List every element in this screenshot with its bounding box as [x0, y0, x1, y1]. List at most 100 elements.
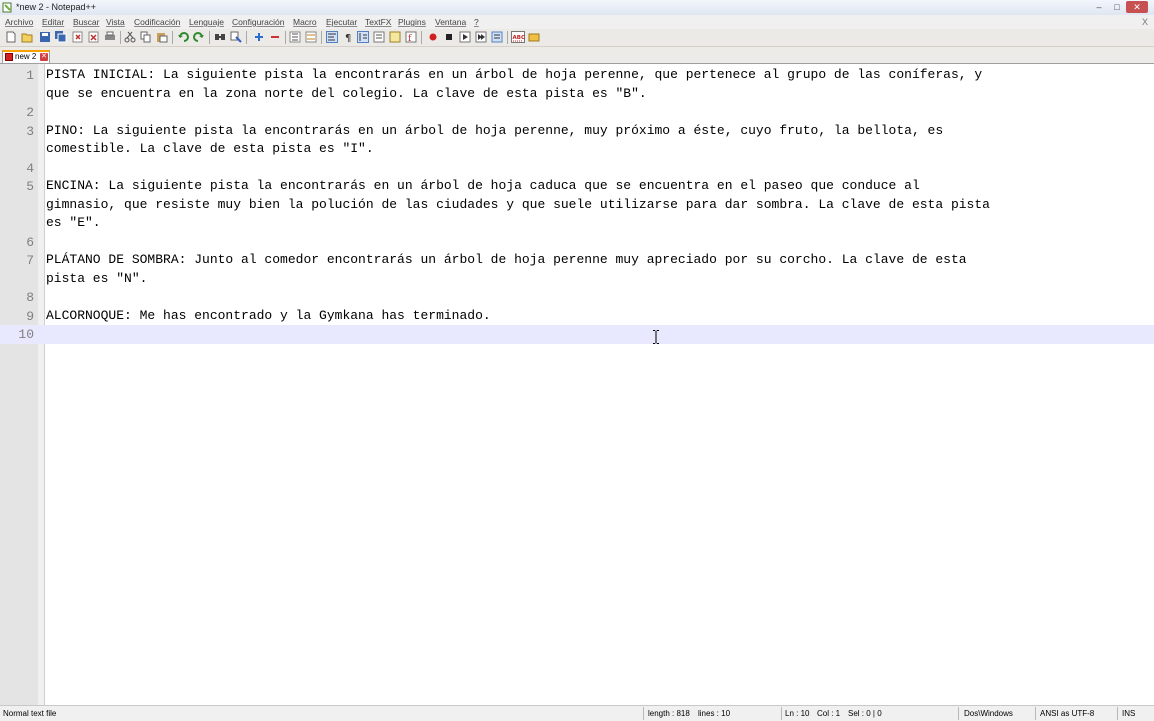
line-number: 10: [18, 327, 34, 342]
line-text: gimnasio, que resiste muy bien la poluci…: [46, 196, 990, 212]
indent-guide-icon[interactable]: [357, 31, 369, 43]
copy-icon[interactable]: [140, 31, 152, 43]
svg-text:ABC: ABC: [513, 35, 526, 41]
maximize-button[interactable]: □: [1108, 1, 1126, 13]
close-icon[interactable]: [72, 31, 84, 43]
menu-codificacion[interactable]: Codificación: [134, 16, 180, 28]
editor-line: 3 PINO: La siguiente pista la encontrará…: [0, 122, 1154, 141]
status-encoding[interactable]: ANSI as UTF-8: [1040, 708, 1094, 719]
cut-icon[interactable]: [124, 31, 136, 43]
redo-icon[interactable]: [193, 31, 205, 43]
editor-line: 2: [0, 103, 1154, 122]
menu-editar[interactable]: Editar: [42, 16, 64, 28]
spellcheck-icon[interactable]: ABC: [511, 31, 525, 43]
record-macro-icon[interactable]: [427, 31, 439, 43]
toolbar-separator: [507, 31, 508, 44]
status-insert-mode[interactable]: INS: [1122, 708, 1135, 719]
stop-macro-icon[interactable]: [443, 31, 455, 43]
toolbar-separator: [246, 31, 247, 44]
save-icon[interactable]: [39, 31, 51, 43]
status-lines: lines : 10: [698, 709, 731, 718]
title-bar: *new 2 - Notepad++ – □ ✕: [0, 0, 1154, 15]
editor-line: 8: [0, 288, 1154, 307]
editor-line: 9 ALCORNOQUE: Me has encontrado y la Gym…: [0, 307, 1154, 326]
line-number: 5: [26, 179, 34, 194]
toolbar-separator: [172, 31, 173, 44]
menu-help[interactable]: ?: [474, 16, 479, 28]
sync-h-icon[interactable]: [305, 31, 317, 43]
zoom-out-icon[interactable]: [269, 31, 281, 43]
line-number: 4: [26, 160, 34, 176]
status-divider: [781, 707, 782, 720]
menu-buscar[interactable]: Buscar: [73, 16, 99, 28]
tab-close-icon[interactable]: ✕: [40, 53, 48, 61]
word-wrap-icon[interactable]: [326, 31, 338, 43]
menu-ejecutar[interactable]: Ejecutar: [326, 16, 357, 28]
line-number: 1: [26, 68, 34, 83]
menu-macro[interactable]: Macro: [293, 16, 317, 28]
tab-new-2[interactable]: new 2 ✕: [2, 50, 50, 63]
editor-line: pista es "N".: [0, 270, 1154, 289]
status-divider: [643, 707, 644, 720]
print-icon[interactable]: [104, 31, 116, 43]
menu-textfx[interactable]: TextFX: [365, 16, 391, 28]
toolbar-separator: [321, 31, 322, 44]
play-multi-macro-icon[interactable]: [475, 31, 487, 43]
status-divider: [958, 707, 959, 720]
toolbar-separator: [421, 31, 422, 44]
line-number: 6: [26, 234, 34, 250]
menu-archivo[interactable]: Archivo: [5, 16, 33, 28]
editor-line: gimnasio, que resiste muy bien la poluci…: [0, 196, 1154, 215]
editor-line: que se encuentra en la zona norte del co…: [0, 85, 1154, 104]
toolbar-separator: [209, 31, 210, 44]
toolbar-separator: [120, 31, 121, 44]
status-length: length : 818: [648, 709, 690, 718]
save-all-icon[interactable]: [55, 31, 67, 43]
undo-icon[interactable]: [177, 31, 189, 43]
doc-map-icon[interactable]: [389, 31, 401, 43]
status-file-type: Normal text file: [3, 709, 57, 718]
sync-v-icon[interactable]: [289, 31, 301, 43]
paste-icon[interactable]: [156, 31, 168, 43]
minimize-button[interactable]: –: [1090, 1, 1108, 13]
editor-line: comestible. La clave de esta pista es "I…: [0, 140, 1154, 159]
menu-vista[interactable]: Vista: [106, 16, 125, 28]
menu-configuracion[interactable]: Configuración: [232, 16, 284, 28]
toolbar-separator: [285, 31, 286, 44]
replace-icon[interactable]: [230, 31, 242, 43]
menu-lenguaje[interactable]: Lenguaje: [189, 16, 224, 28]
editor-line: es "E".: [0, 214, 1154, 233]
udl-icon[interactable]: [373, 31, 385, 43]
line-text: ALCORNOQUE: Me has encontrado y la Gymka…: [46, 307, 491, 323]
function-list-icon[interactable]: f: [405, 31, 417, 43]
status-sel: Sel : 0 | 0: [848, 709, 882, 718]
open-file-icon[interactable]: [21, 31, 33, 43]
close-all-icon[interactable]: [88, 31, 100, 43]
plugin-icon[interactable]: [528, 31, 540, 43]
show-all-chars-icon[interactable]: ¶: [342, 31, 354, 43]
close-window-button[interactable]: ✕: [1126, 1, 1148, 13]
svg-text:¶: ¶: [345, 33, 351, 43]
editor-line: 4: [0, 159, 1154, 178]
save-macro-icon[interactable]: [491, 31, 503, 43]
line-number: 8: [26, 290, 34, 305]
menu-plugins[interactable]: Plugins: [398, 16, 426, 28]
line-number: 9: [26, 308, 34, 324]
editor-area[interactable]: 1 PISTA INICIAL: La siguiente pista la e…: [0, 64, 1154, 705]
line-text: que se encuentra en la zona norte del co…: [46, 85, 647, 101]
line-text: comestible. La clave de esta pista es "I…: [46, 141, 374, 156]
line-text: PINO: La siguiente pista la encontrarás …: [46, 122, 944, 138]
new-file-icon[interactable]: [5, 31, 17, 43]
find-icon[interactable]: [214, 31, 226, 43]
text-cursor-icon: [653, 330, 659, 344]
unsaved-file-icon: [5, 53, 13, 61]
status-divider: [1117, 707, 1118, 720]
editor-line: 5 ENCINA: La siguiente pista la encontra…: [0, 177, 1154, 196]
play-macro-icon[interactable]: [459, 31, 471, 43]
menu-ventana[interactable]: Ventana: [435, 16, 466, 28]
status-eol[interactable]: Dos\Windows: [964, 708, 1013, 719]
close-document-x[interactable]: X: [1142, 16, 1148, 28]
line-number: 7: [26, 253, 34, 268]
current-line[interactable]: 10: [0, 325, 1154, 344]
zoom-in-icon[interactable]: [253, 31, 265, 43]
